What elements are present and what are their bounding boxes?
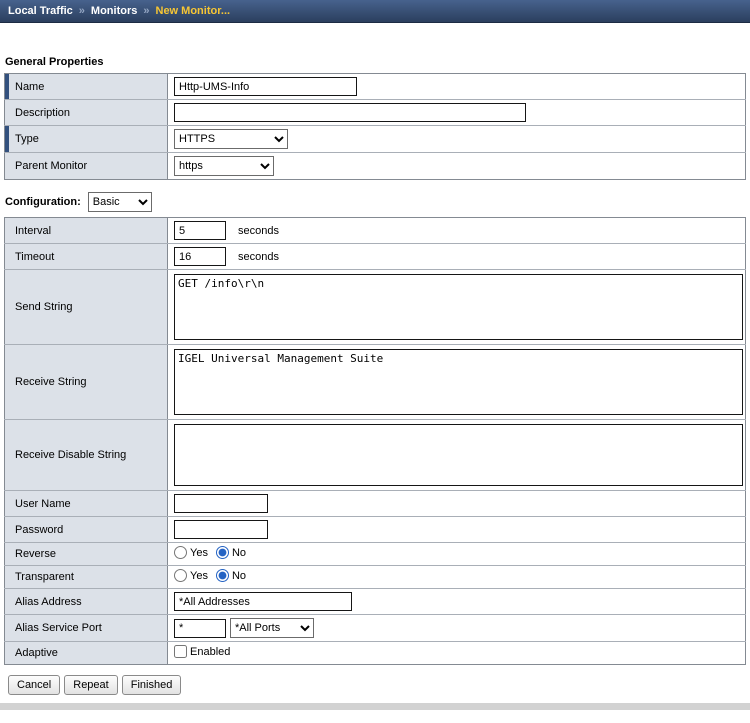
send-string-label-cell: Send String <box>5 270 168 345</box>
breadcrumb-new-monitor: New Monitor... <box>156 5 231 17</box>
send-string-label: Send String <box>15 301 72 313</box>
alias-address-input[interactable] <box>174 592 352 611</box>
description-input[interactable] <box>174 103 526 122</box>
transparent-label-cell: Transparent <box>5 566 168 589</box>
receive-disable-string-label-cell: Receive Disable String <box>5 420 168 491</box>
table-row-transparent: Transparent Yes No <box>5 566 746 589</box>
type-label-cell: Type <box>5 126 168 153</box>
reverse-no-radio[interactable] <box>216 546 229 559</box>
receive-disable-string-textarea[interactable] <box>174 424 743 486</box>
password-label-cell: Password <box>5 517 168 543</box>
timeout-label: Timeout <box>15 251 54 263</box>
alias-service-port-select[interactable]: *All Ports <box>230 618 314 638</box>
user-name-label: User Name <box>15 498 71 510</box>
breadcrumb-local-traffic[interactable]: Local Traffic <box>8 5 73 17</box>
table-row-user-name: User Name <box>5 491 746 517</box>
table-row-type: Type HTTPS <box>5 126 746 153</box>
type-select[interactable]: HTTPS <box>174 129 288 149</box>
breadcrumb-monitors[interactable]: Monitors <box>91 5 137 17</box>
receive-string-textarea[interactable]: IGEL Universal Management Suite <box>174 349 743 415</box>
table-row-timeout: Timeout seconds <box>5 244 746 270</box>
transparent-label: Transparent <box>15 571 74 583</box>
configuration-select[interactable]: Basic <box>88 192 152 212</box>
breadcrumb-separator: » <box>143 5 149 17</box>
table-row-alias-address: Alias Address <box>5 589 746 615</box>
section-title-general-properties: General Properties <box>5 56 746 68</box>
timeout-label-cell: Timeout <box>5 244 168 270</box>
reverse-yes-option[interactable]: Yes <box>174 546 208 559</box>
interval-input[interactable] <box>174 221 226 240</box>
table-row-description: Description <box>5 100 746 126</box>
adaptive-label: Adaptive <box>15 647 58 659</box>
breadcrumb: Local Traffic » Monitors » New Monitor..… <box>0 0 750 23</box>
configuration-table: Interval seconds Timeout seconds Send St… <box>4 217 746 665</box>
transparent-yes-option[interactable]: Yes <box>174 569 208 582</box>
transparent-yes-radio[interactable] <box>174 569 187 582</box>
timeout-input[interactable] <box>174 247 226 266</box>
reverse-label-cell: Reverse <box>5 543 168 566</box>
table-row-password: Password <box>5 517 746 543</box>
timeout-unit: seconds <box>238 251 279 263</box>
transparent-no-option[interactable]: No <box>216 569 246 582</box>
parent-monitor-label: Parent Monitor <box>15 160 87 172</box>
description-label-cell: Description <box>5 100 168 126</box>
reverse-yes-radio[interactable] <box>174 546 187 559</box>
general-properties-table: Name Description Type HTTPS <box>4 73 746 180</box>
adaptive-label-cell: Adaptive <box>5 642 168 665</box>
parent-monitor-select[interactable]: https <box>174 156 274 176</box>
table-row-parent-monitor: Parent Monitor https <box>5 153 746 180</box>
table-row-adaptive: Adaptive Enabled <box>5 642 746 665</box>
receive-string-label-cell: Receive String <box>5 345 168 420</box>
alias-address-label-cell: Alias Address <box>5 589 168 615</box>
repeat-button[interactable]: Repeat <box>64 675 117 695</box>
transparent-no-radio[interactable] <box>216 569 229 582</box>
transparent-yes-label: Yes <box>190 570 208 582</box>
finished-button[interactable]: Finished <box>122 675 182 695</box>
breadcrumb-separator: » <box>79 5 85 17</box>
table-row-send-string: Send String GET /info\r\n <box>5 270 746 345</box>
action-button-row: Cancel Repeat Finished <box>8 675 746 695</box>
table-row-receive-string: Receive String IGEL Universal Management… <box>5 345 746 420</box>
reverse-label: Reverse <box>15 548 56 560</box>
name-label-cell: Name <box>5 74 168 100</box>
adaptive-enabled-label: Enabled <box>190 646 230 658</box>
receive-disable-string-label: Receive Disable String <box>15 449 126 461</box>
user-name-label-cell: User Name <box>5 491 168 517</box>
interval-label-cell: Interval <box>5 218 168 244</box>
table-row-alias-service-port: Alias Service Port *All Ports <box>5 615 746 642</box>
reverse-yes-label: Yes <box>190 547 208 559</box>
required-indicator <box>5 126 9 152</box>
alias-service-port-label-cell: Alias Service Port <box>5 615 168 642</box>
adaptive-enabled-checkbox[interactable] <box>174 645 187 658</box>
adaptive-enabled-option[interactable]: Enabled <box>174 645 230 658</box>
interval-unit: seconds <box>238 225 279 237</box>
required-indicator <box>5 74 9 99</box>
cancel-button[interactable]: Cancel <box>8 675 60 695</box>
description-label: Description <box>15 107 70 119</box>
receive-string-label: Receive String <box>15 376 87 388</box>
alias-address-label: Alias Address <box>15 596 82 608</box>
name-label: Name <box>15 81 44 93</box>
table-row-reverse: Reverse Yes No <box>5 543 746 566</box>
table-row-receive-disable-string: Receive Disable String <box>5 420 746 491</box>
send-string-textarea[interactable]: GET /info\r\n <box>174 274 743 340</box>
password-label: Password <box>15 524 63 536</box>
configuration-label: Configuration: <box>5 196 81 208</box>
user-name-input[interactable] <box>174 494 268 513</box>
table-row-name: Name <box>5 74 746 100</box>
name-input[interactable] <box>174 77 357 96</box>
footer-strip <box>0 703 750 710</box>
type-label: Type <box>15 133 39 145</box>
reverse-no-label: No <box>232 547 246 559</box>
password-input[interactable] <box>174 520 268 539</box>
alias-service-port-input[interactable] <box>174 619 226 638</box>
configuration-bar: Configuration: Basic <box>5 192 746 212</box>
transparent-no-label: No <box>232 570 246 582</box>
parent-monitor-label-cell: Parent Monitor <box>5 153 168 180</box>
table-row-interval: Interval seconds <box>5 218 746 244</box>
interval-label: Interval <box>15 225 51 237</box>
alias-service-port-label: Alias Service Port <box>15 622 102 634</box>
reverse-no-option[interactable]: No <box>216 546 246 559</box>
